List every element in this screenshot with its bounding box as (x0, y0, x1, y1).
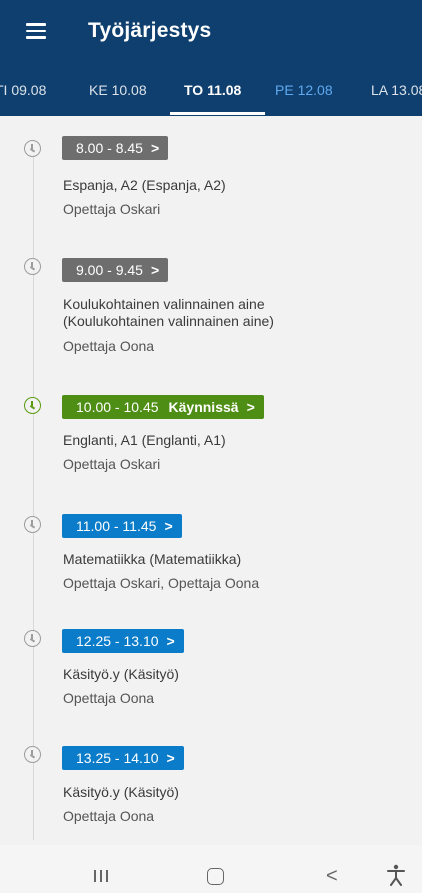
tab-pe-12-08[interactable]: PE 12.08 (275, 82, 333, 98)
lesson-time-button[interactable]: 10.00 - 10.45 Käynnissä > (62, 395, 264, 419)
lesson-teacher: Opettaja Oskari, Opettaja Oona (63, 575, 260, 591)
in-progress-label: Käynnissä (168, 399, 239, 415)
accessibility-figure-icon (387, 864, 405, 886)
lesson-time: 9.00 - 9.45 (76, 262, 143, 278)
page-title: Työjärjestys (88, 19, 212, 42)
clock-icon (24, 630, 41, 647)
hamburger-menu-icon[interactable] (26, 23, 46, 39)
active-tab-indicator (170, 112, 265, 115)
lesson-teacher: Opettaja Oona (63, 338, 155, 354)
lesson-subject: Englanti, A1 (Englanti, A1) (63, 432, 226, 448)
tab-to-11-08[interactable]: TO 11.08 (184, 82, 241, 98)
lesson-time-button[interactable]: 13.25 - 14.10 > (62, 746, 184, 770)
chevron-right-icon: > (150, 140, 160, 156)
chevron-right-icon: > (150, 262, 160, 278)
lesson-teacher: Opettaja Oona (63, 808, 155, 824)
chevron-right-icon: > (164, 518, 173, 534)
lesson-time-button[interactable]: 8.00 - 8.45 > (62, 136, 169, 160)
back-icon[interactable]: < (326, 866, 338, 886)
chevron-right-icon: > (166, 633, 175, 649)
accessibility-icon[interactable] (386, 864, 406, 890)
clock-icon (24, 516, 41, 533)
recent-apps-icon[interactable] (94, 870, 110, 882)
lesson-time: 13.25 - 14.10 (76, 750, 159, 766)
date-tab-bar: TI 09.08 KE 10.08 TO 11.08 PE 12.08 LA 1… (0, 66, 422, 116)
lesson-teacher: Opettaja Oskari (63, 456, 161, 472)
tab-la-13-08[interactable]: LA 13.08 (371, 82, 422, 98)
system-navigation-bar: < (0, 845, 422, 893)
lesson-time: 12.25 - 13.10 (76, 633, 159, 649)
clock-icon (24, 258, 41, 275)
clock-icon (24, 397, 41, 414)
lesson-teacher: Opettaja Oona (63, 690, 155, 706)
chevron-right-icon: > (166, 750, 175, 766)
lesson-time: 10.00 - 10.45 (76, 399, 159, 415)
lesson-subject: Koulukohtainen valinnainen aine (Kouluko… (63, 296, 274, 329)
lesson-subject: Espanja, A2 (Espanja, A2) (63, 177, 226, 193)
lesson-time-button[interactable]: 12.25 - 13.10 > (62, 629, 184, 653)
lesson-time-button[interactable]: 9.00 - 9.45 > (62, 258, 169, 282)
lesson-subject: Matematiikka (Matematiikka) (63, 551, 242, 567)
lesson-time-button[interactable]: 11.00 - 11.45 > (62, 514, 182, 538)
home-icon[interactable] (207, 868, 224, 885)
lesson-subject: Käsityö.y (Käsityö) (63, 666, 179, 682)
app-bar: Työjärjestys (0, 0, 422, 66)
clock-icon (24, 746, 41, 763)
chevron-right-icon: > (246, 399, 255, 415)
tab-ti-09-08[interactable]: TI 09.08 (0, 82, 46, 98)
clock-icon (24, 140, 41, 157)
tab-ke-10-08[interactable]: KE 10.08 (89, 82, 147, 98)
lesson-time: 8.00 - 8.45 (76, 140, 143, 156)
lesson-teacher: Opettaja Oskari (63, 201, 161, 217)
lesson-time: 11.00 - 11.45 (76, 518, 157, 534)
lesson-subject: Käsityö.y (Käsityö) (63, 784, 179, 800)
